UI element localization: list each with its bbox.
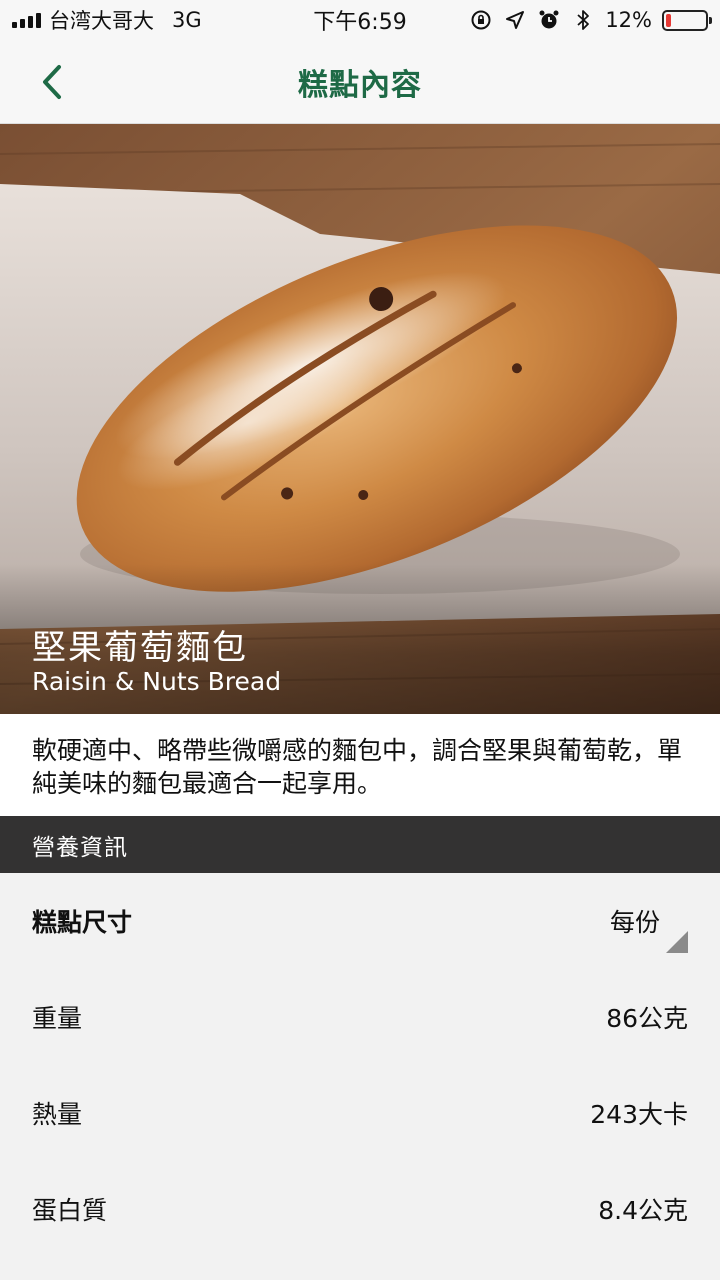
status-right: 12% (469, 0, 712, 40)
nutrition-value: 8.4公克 (598, 1196, 688, 1225)
nutrition-label: 熱量 (32, 1100, 83, 1129)
nutrition-section-header: 營養資訊 (0, 816, 720, 873)
product-name-zh: 堅果葡萄麵包 (32, 628, 248, 668)
nutrition-value: 86公克 (606, 1004, 688, 1033)
nutrition-label: 重量 (32, 1004, 83, 1033)
product-image: 堅果葡萄麵包 Raisin & Nuts Bread (0, 124, 720, 714)
dropdown-corner-icon (666, 931, 688, 953)
nutrition-label: 蛋白質 (32, 1196, 108, 1225)
navigation-header: 糕點內容 (0, 40, 720, 124)
size-row: 糕點尺寸 每份 (0, 873, 720, 969)
battery-percent: 12% (605, 8, 652, 32)
nutrition-row: 重量 86公克 (0, 969, 720, 1065)
size-dropdown[interactable]: 每份 (609, 903, 688, 953)
bluetooth-icon (571, 8, 595, 32)
battery-icon (662, 9, 712, 31)
product-description: 軟硬適中、略帶些微嚼感的麵包中，調合堅果與葡萄乾，單純美味的麵包最適合一起享用。 (0, 714, 720, 816)
product-name-en: Raisin & Nuts Bread (32, 667, 282, 696)
battery-level-fill (666, 13, 671, 27)
page-title: 糕點內容 (298, 68, 422, 103)
size-value: 每份 (609, 908, 660, 937)
nutrition-table: 糕點尺寸 每份 重量 86公克 熱量 243大卡 蛋白質 8.4公克 (0, 873, 720, 1257)
orientation-lock-icon (469, 8, 493, 32)
status-bar: 台湾大哥大 3G 下午6:59 12% (0, 0, 720, 40)
nutrition-value: 243大卡 (590, 1100, 688, 1129)
location-icon (503, 8, 527, 32)
nutrition-row: 蛋白質 8.4公克 (0, 1161, 720, 1257)
nutrition-row: 熱量 243大卡 (0, 1065, 720, 1161)
size-label: 糕點尺寸 (32, 908, 133, 937)
alarm-icon (537, 8, 561, 32)
